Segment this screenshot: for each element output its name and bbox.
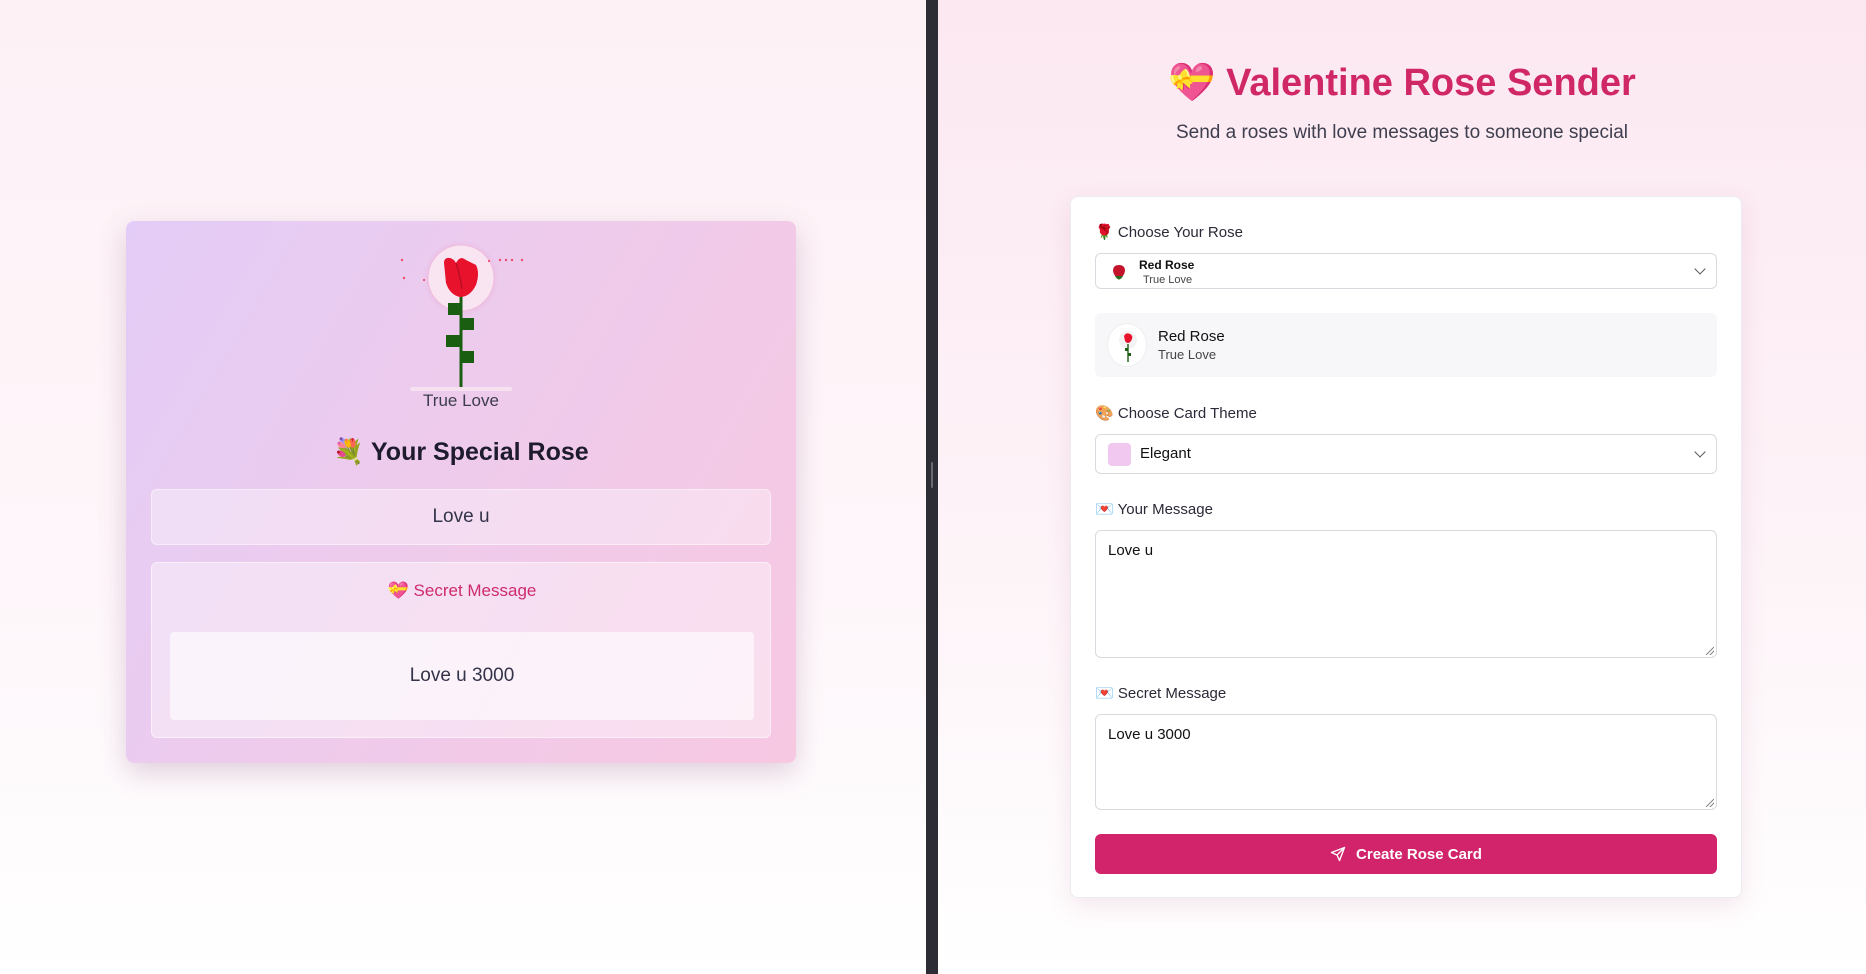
secret-textarea-value: Love u 3000 [1108, 726, 1191, 743]
pane-splitter[interactable] [926, 0, 938, 974]
rose-select-meaning: True Love [1143, 274, 1193, 286]
chevron-down-icon [1694, 263, 1706, 275]
form-pane: 💝 Valentine Rose Sender Send a roses wit… [938, 0, 1866, 974]
heart-ribbon-icon: 💝 [387, 581, 409, 601]
rose-select-label-text: Choose Your Rose [1117, 224, 1243, 241]
bouquet-icon: 💐 [333, 437, 365, 466]
theme-select-label-text: Choose Card Theme [1117, 405, 1257, 422]
message-label-text: Your Message [1117, 501, 1213, 518]
message-textarea[interactable]: Love u [1095, 530, 1717, 658]
card-title-text: Your Special Rose [370, 438, 589, 466]
theme-select-value: Elegant [1140, 445, 1191, 462]
theme-swatch [1108, 443, 1131, 466]
rose-preview-icon [1107, 323, 1147, 367]
splitter-grip-icon[interactable] [931, 462, 933, 488]
chevron-down-icon [1694, 446, 1706, 458]
secret-textarea[interactable]: Love u 3000 [1095, 714, 1717, 810]
secret-message-heading: 💝 Secret Message [152, 581, 772, 601]
love-letter-icon: 💌 [1095, 500, 1114, 518]
rose-icon: 🌹 [1095, 223, 1114, 241]
red-rose-icon [1113, 265, 1125, 280]
rose-meaning-caption: True Love [423, 391, 499, 410]
heart-ribbon-icon: 💝 [1168, 60, 1216, 104]
love-letter-icon: 💌 [1095, 684, 1114, 702]
create-rose-card-button[interactable]: Create Rose Card [1095, 834, 1717, 874]
rose-card: True Love 💐 Your Special Rose Love u 💝 S… [126, 221, 796, 763]
send-icon [1330, 846, 1346, 862]
resize-handle-icon[interactable] [1706, 647, 1714, 655]
card-preview-pane: True Love 💐 Your Special Rose Love u 💝 S… [0, 0, 926, 974]
secret-label-text: Secret Message [1117, 685, 1227, 702]
resize-handle-icon[interactable] [1706, 799, 1714, 807]
rose-preview-meaning: True Love [1158, 347, 1217, 362]
rose-select[interactable]: Red Rose True Love [1095, 253, 1717, 289]
rose-select-name: Red Rose [1139, 258, 1195, 272]
page-title-text: Valentine Rose Sender [1226, 62, 1636, 104]
theme-select-label: 🎨 Choose Card Theme [1095, 404, 1257, 422]
rose-preview: Red Rose True Love [1095, 313, 1717, 377]
card-message: Love u [151, 489, 771, 545]
page-title: 💝 Valentine Rose Sender [938, 60, 1866, 105]
rose-preview-name: Red Rose [1158, 328, 1225, 345]
palette-icon: 🎨 [1095, 404, 1114, 422]
rose-select-label: 🌹 Choose Your Rose [1095, 223, 1243, 241]
rose-illustration [400, 240, 524, 391]
message-label: 💌 Your Message [1095, 500, 1213, 518]
theme-select[interactable]: Elegant [1095, 434, 1717, 474]
card-title: 💐 Your Special Rose [126, 437, 796, 467]
create-rose-card-label: Create Rose Card [1356, 845, 1482, 863]
secret-message-heading-text: Secret Message [413, 581, 537, 600]
secret-label: 💌 Secret Message [1095, 684, 1226, 702]
message-textarea-value: Love u [1108, 542, 1154, 559]
secret-message-text[interactable]: Love u 3000 [170, 632, 754, 720]
secret-message-panel: 💝 Secret Message Love u 3000 [151, 562, 771, 738]
rose-form: 🌹 Choose Your Rose Red Rose True Love Re… [1070, 196, 1742, 898]
page-subtitle: Send a roses with love messages to someo… [1175, 122, 1629, 143]
